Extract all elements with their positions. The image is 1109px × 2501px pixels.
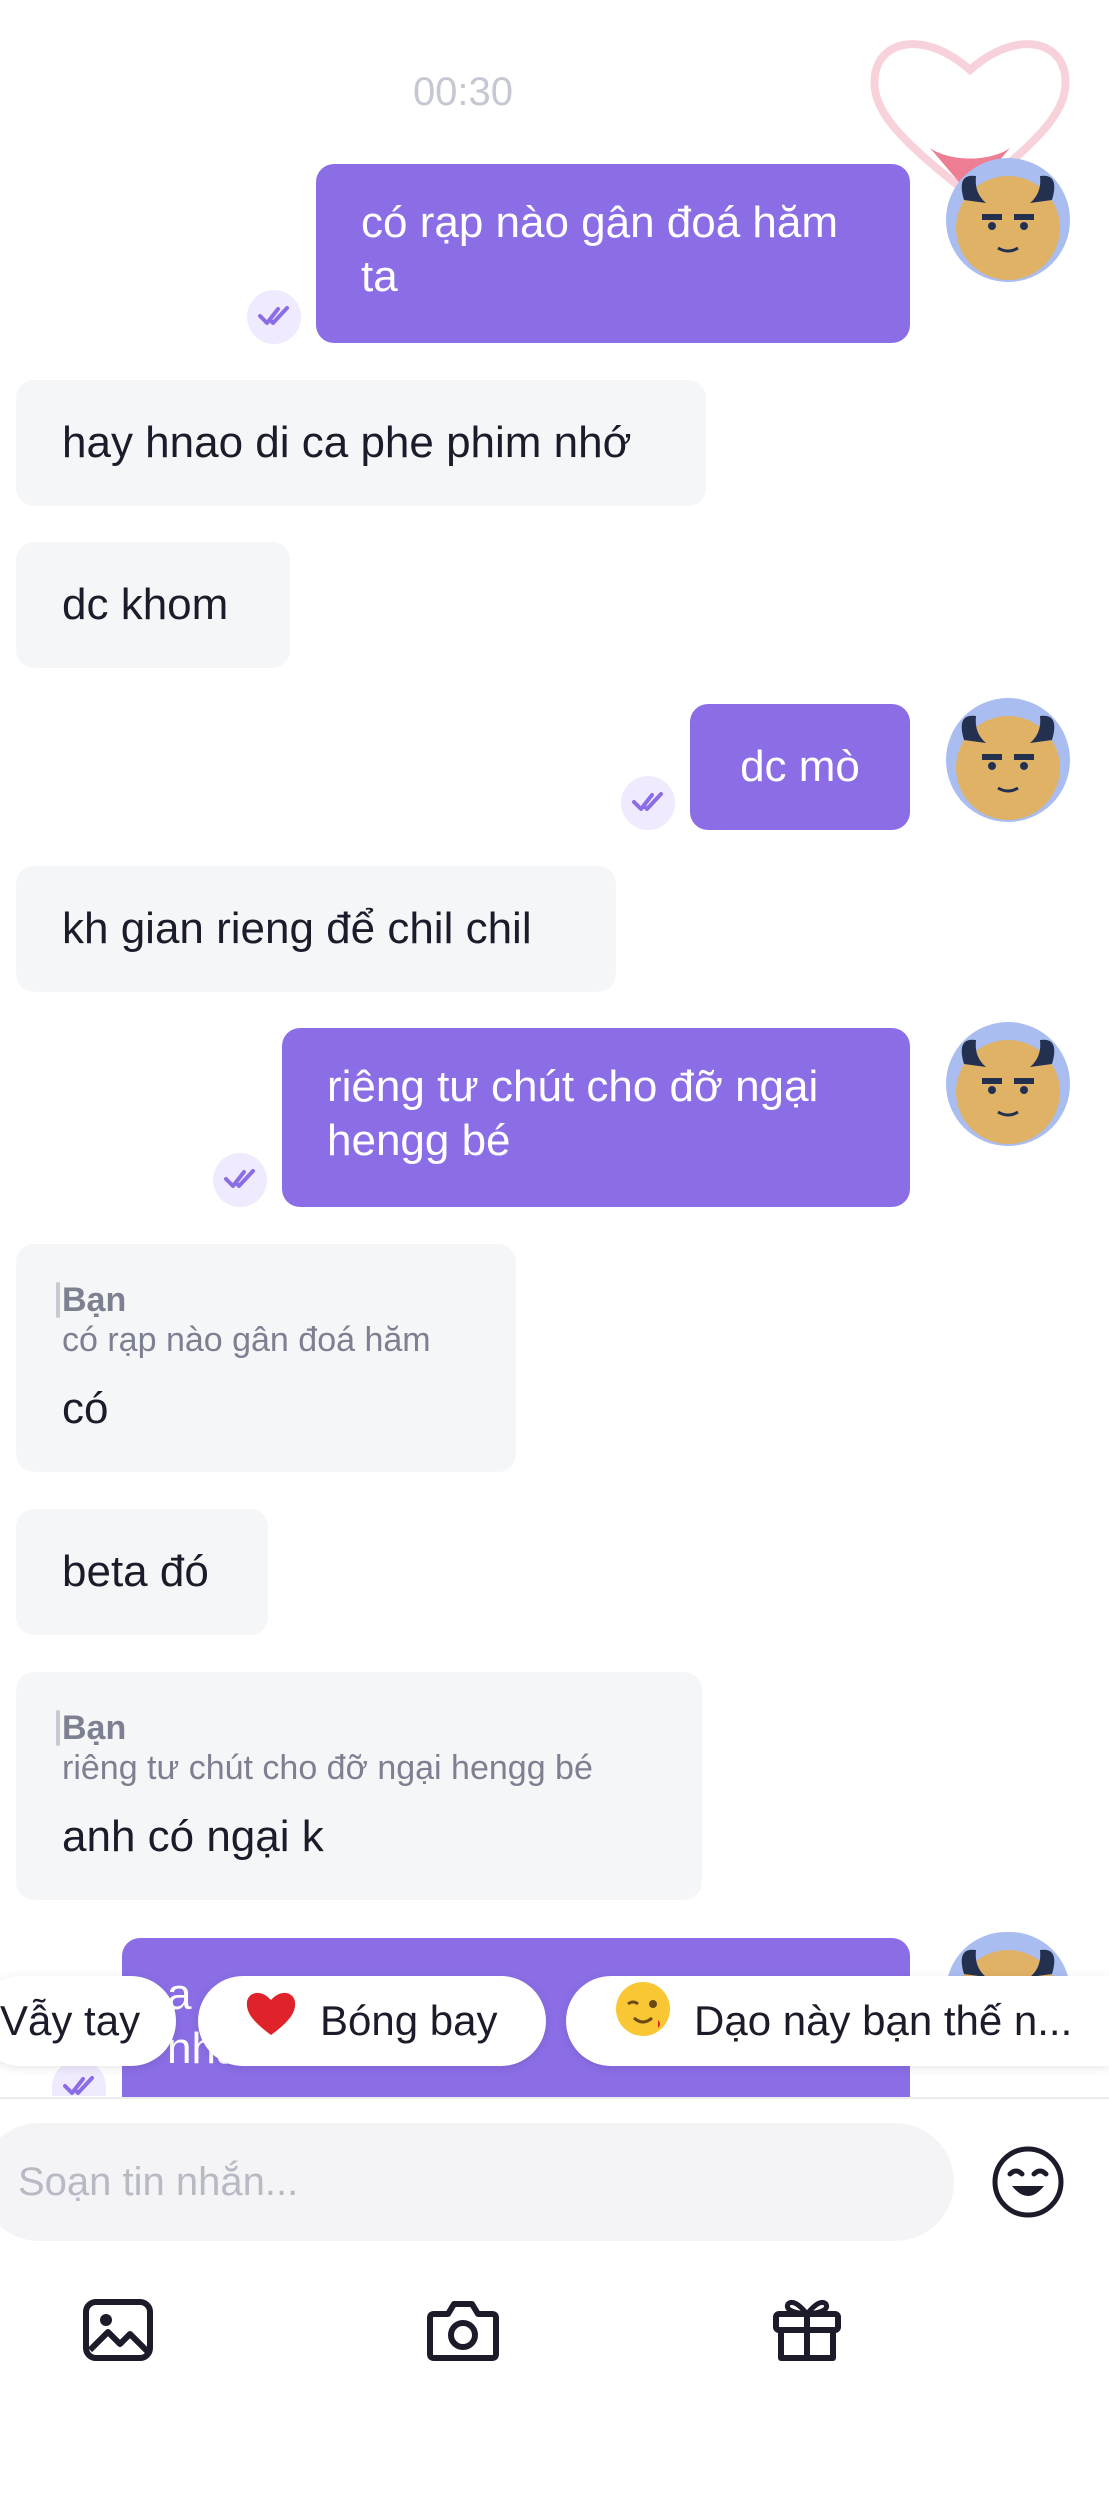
heart-icon [244, 1979, 298, 2066]
quote-bar [56, 1710, 60, 1746]
message-text-line: riêng tư chút cho đỡ ngại [327, 1062, 819, 1111]
incoming-quoted-message-bubble[interactable]: Bạn riêng tư chút cho đỡ ngại hengg bé a… [16, 1672, 702, 1900]
quick-reply-chip[interactable]: Vẫy tay [0, 1976, 176, 2066]
composer-divider [0, 2097, 1109, 2099]
quick-reply-label: Dạo này bạn thế n... [694, 1997, 1073, 2044]
quote-bar [56, 1282, 60, 1318]
incoming-quoted-message-bubble[interactable]: Bạn có rạp nào gân đoá hăm có [16, 1244, 516, 1472]
incoming-message-bubble[interactable]: dc khom [16, 542, 290, 668]
read-receipt-icon [621, 776, 675, 830]
quoted-reply[interactable]: Bạn riêng tư chút cho đỡ ngại hengg bé [62, 1708, 593, 1788]
gift-icon[interactable] [772, 2296, 842, 2369]
winking-face-icon [614, 1979, 672, 2066]
outgoing-message-bubble[interactable]: dc mò [690, 704, 910, 830]
message-text: hay hnao di ca phe phim nhớ [62, 418, 632, 467]
message-text-line: có rạp nào gân đoá hăm [361, 198, 839, 247]
quick-reply-label: Vẫy tay [0, 1997, 141, 2044]
quote-text: riêng tư chút cho đỡ ngại hengg bé [62, 1749, 593, 1787]
message-text-line: ta [361, 252, 398, 301]
quick-reply-label: Bóng bay [320, 1997, 498, 2044]
avatar[interactable] [946, 698, 1070, 822]
image-icon[interactable] [82, 2298, 154, 2367]
incoming-message-bubble[interactable]: hay hnao di ca phe phim nhớ [16, 380, 706, 506]
camera-icon[interactable] [426, 2300, 500, 2367]
avatar[interactable] [946, 158, 1070, 282]
incoming-message-bubble[interactable]: beta đó [16, 1509, 268, 1635]
quoted-reply[interactable]: Bạn có rạp nào gân đoá hăm [62, 1280, 431, 1360]
smiley-icon[interactable] [990, 2144, 1066, 2225]
quote-sender: Bạn [62, 1281, 127, 1319]
message-text-line: dc mò [740, 742, 860, 791]
message-text-line: hengg bé [327, 1116, 511, 1165]
quick-reply-chip[interactable]: Dạo này bạn thế n... [566, 1976, 1109, 2066]
quote-text: có rạp nào gân đoá hăm [62, 1321, 431, 1359]
quick-reply-chip[interactable]: Bóng bay [198, 1976, 546, 2066]
chat-timestamp: 00:30 [412, 70, 514, 114]
message-input-placeholder: Soạn tin nhắn... [18, 2160, 299, 2204]
message-text: dc khom [62, 580, 229, 629]
message-text: kh gian rieng để chil chil [62, 904, 532, 953]
outgoing-message-bubble[interactable]: có rạp nào gân đoá hăm ta [316, 164, 910, 343]
outgoing-message-bubble[interactable]: riêng tư chút cho đỡ ngại hengg bé [282, 1028, 910, 1207]
read-receipt-icon [213, 1153, 267, 1207]
message-input[interactable]: Soạn tin nhắn... [0, 2123, 954, 2241]
avatar[interactable] [946, 1022, 1070, 1146]
quote-sender: Bạn [62, 1709, 127, 1747]
read-receipt-icon [247, 290, 301, 344]
message-text: beta đó [62, 1547, 209, 1596]
message-text: có [62, 1384, 109, 1433]
incoming-message-bubble[interactable]: kh gian rieng để chil chil [16, 866, 616, 992]
message-text: anh có ngại k [62, 1812, 324, 1861]
